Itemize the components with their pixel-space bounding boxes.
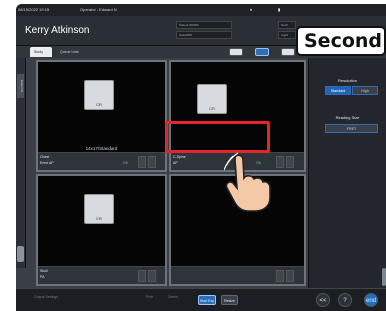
panel-option-button[interactable] xyxy=(286,156,294,168)
panel-footer: Chest Erect AP OK xyxy=(38,152,165,170)
exposure-panel-1[interactable]: CR 14x17/Standard Chest Erect AP OK xyxy=(36,60,167,172)
panel-option-button[interactable] xyxy=(138,270,146,282)
exam-view: AP xyxy=(173,161,178,165)
panel-footer: Skull PA xyxy=(38,266,165,284)
tab-queue-lists[interactable]: Queue Lists xyxy=(56,47,86,57)
cr-cassette-icon: CR xyxy=(197,84,227,114)
panel-option-button[interactable] xyxy=(276,270,284,282)
patient-name: Kerry Atkinson xyxy=(25,25,90,36)
date-field: Date0000 xyxy=(176,31,232,39)
step-callout: Second xyxy=(296,26,386,56)
patient-id-field: Patient ID0000 xyxy=(176,21,232,29)
resolution-title: Resolution xyxy=(338,78,357,83)
delete-label: Delete xyxy=(168,295,179,299)
panel-option-button[interactable] xyxy=(148,156,156,168)
signal-icon: ♦ xyxy=(250,7,253,12)
left-scroll-handle[interactable] xyxy=(17,246,24,262)
print-label: Print xyxy=(146,295,154,299)
start-exposure-button[interactable]: Start Exp xyxy=(198,295,216,305)
view-list-button[interactable] xyxy=(281,48,295,56)
bottom-toolbar: Output Settings Print Delete Start Exp R… xyxy=(16,288,386,311)
view-single-button[interactable] xyxy=(229,48,243,56)
settings-scroll-handle[interactable] xyxy=(382,268,386,286)
end-study-button[interactable]: end xyxy=(364,293,378,307)
battery-icon: ▮ xyxy=(278,7,281,12)
cr-cassette-icon: CR xyxy=(84,194,114,224)
exam-body-part: Chest xyxy=(40,155,50,159)
instruction-highlight-box xyxy=(165,121,270,153)
age-field: Age0 xyxy=(278,31,296,39)
left-rail: Exam list xyxy=(16,58,26,268)
reading-size-title: Reading Size xyxy=(335,115,360,120)
resolution-high-button[interactable]: High xyxy=(352,86,378,95)
view-grid-button[interactable] xyxy=(255,48,269,56)
operator-label: Operator : Edward N xyxy=(80,7,117,12)
help-button[interactable]: ? xyxy=(338,293,352,307)
back-button[interactable]: << xyxy=(316,293,330,307)
panel-option-button[interactable] xyxy=(276,156,284,168)
top-status-bar: 08/15/2022 19:15 Operator : Edward N ♦ ▮ xyxy=(16,4,386,16)
resolution-standard-button[interactable]: Standard xyxy=(325,86,351,95)
reading-size-button[interactable]: FRET xyxy=(325,124,378,133)
panel-caption: 14x17/Standard xyxy=(85,146,118,151)
cr-cassette-icon: CR xyxy=(84,80,114,110)
tab-study[interactable]: Study xyxy=(30,47,52,57)
exam-view: PA xyxy=(40,275,45,279)
exam-status: OK xyxy=(123,161,129,165)
exam-body-part: Skull xyxy=(40,269,48,273)
panel-footer xyxy=(171,266,304,284)
tap-hand-icon xyxy=(224,152,271,212)
exposure-settings-panel: Resolution Standard High Reading Size FR… xyxy=(308,58,386,288)
panel-option-button[interactable] xyxy=(138,156,146,168)
datetime: 08/15/2022 19:15 xyxy=(18,7,50,12)
exam-view: Erect AP xyxy=(40,161,54,165)
exam-list-tab[interactable]: Exam list xyxy=(17,74,24,98)
exposure-panel-3[interactable]: CR Skull PA xyxy=(36,174,167,286)
panel-option-button[interactable] xyxy=(148,270,156,282)
panel-option-button[interactable] xyxy=(286,270,294,282)
output-settings-label: Output Settings xyxy=(34,295,59,299)
sex-field: Sex0 xyxy=(278,21,296,29)
exam-body-part: C-Spine xyxy=(173,155,186,159)
resize-button[interactable]: Resize xyxy=(221,295,238,305)
